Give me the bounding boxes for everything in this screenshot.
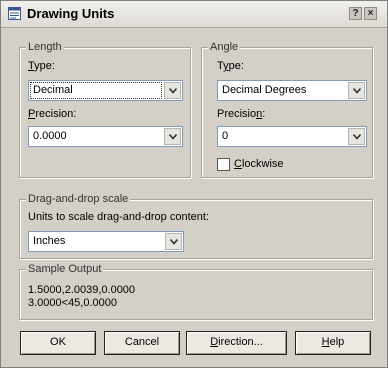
angle-group: Angle Type: Decimal Degrees Precision: 0… bbox=[201, 41, 373, 178]
clockwise-label[interactable]: Clockwise bbox=[234, 158, 284, 171]
dialog-title: Drawing Units bbox=[27, 6, 115, 21]
chevron-down-icon[interactable] bbox=[348, 128, 365, 145]
angle-precision-value: 0 bbox=[222, 130, 229, 142]
drag-drop-units-label: Units to scale drag-and-drop content: bbox=[28, 211, 209, 223]
length-type-label: Type: bbox=[28, 60, 55, 72]
chevron-down-icon[interactable] bbox=[164, 82, 181, 99]
length-precision-value: 0.0000 bbox=[33, 130, 67, 142]
cancel-button[interactable]: Cancel bbox=[104, 331, 180, 355]
drag-drop-units-value: Inches bbox=[33, 235, 66, 247]
direction-button-label: Direction... bbox=[210, 336, 263, 348]
help-title-button[interactable]: ? bbox=[349, 7, 362, 20]
drag-drop-units-select[interactable]: Inches bbox=[28, 231, 184, 252]
length-group: Length Type: Decimal Precision: 0.0000 bbox=[19, 41, 191, 178]
length-type-value: Decimal bbox=[30, 82, 162, 99]
chevron-down-icon[interactable] bbox=[165, 233, 182, 250]
help-button-label: Help bbox=[321, 336, 345, 348]
direction-button[interactable]: Direction... bbox=[186, 331, 287, 355]
angle-type-select[interactable]: Decimal Degrees bbox=[217, 80, 367, 101]
sample-output-line-2: 3.0000<45,0.0000 bbox=[28, 297, 118, 309]
title-bar[interactable]: Drawing Units ? × bbox=[1, 1, 387, 28]
drag-drop-scale-group: Drag-and-drop scale Units to scale drag-… bbox=[19, 193, 373, 259]
angle-type-value: Decimal Degrees bbox=[222, 84, 307, 96]
length-precision-label: Precision: bbox=[28, 108, 77, 120]
length-precision-select[interactable]: 0.0000 bbox=[28, 126, 183, 147]
angle-type-label: Type: bbox=[217, 60, 244, 72]
clockwise-checkbox[interactable] bbox=[217, 158, 230, 171]
drawing-units-dialog: Drawing Units ? × Length Type: Decimal P… bbox=[0, 0, 388, 368]
length-group-label: Length bbox=[26, 41, 64, 54]
cancel-button-label: Cancel bbox=[124, 336, 160, 348]
sample-output-group: Sample Output 1.5000,2.0039,0.0000 3.000… bbox=[19, 263, 373, 320]
chevron-down-icon[interactable] bbox=[164, 128, 181, 145]
angle-precision-select[interactable]: 0 bbox=[217, 126, 367, 147]
sample-output-line-1: 1.5000,2.0039,0.0000 bbox=[28, 284, 136, 296]
angle-group-label: Angle bbox=[208, 41, 241, 54]
close-title-button[interactable]: × bbox=[364, 7, 377, 20]
chevron-down-icon[interactable] bbox=[348, 82, 365, 99]
units-icon bbox=[8, 7, 21, 20]
drag-drop-group-label: Drag-and-drop scale bbox=[26, 193, 131, 206]
length-type-select[interactable]: Decimal bbox=[28, 80, 183, 101]
help-button[interactable]: Help bbox=[295, 331, 371, 355]
ok-button[interactable]: OK bbox=[20, 331, 96, 355]
sample-output-group-label: Sample Output bbox=[26, 263, 104, 276]
ok-button-label: OK bbox=[50, 336, 66, 348]
angle-precision-label: Precision: bbox=[217, 108, 266, 120]
